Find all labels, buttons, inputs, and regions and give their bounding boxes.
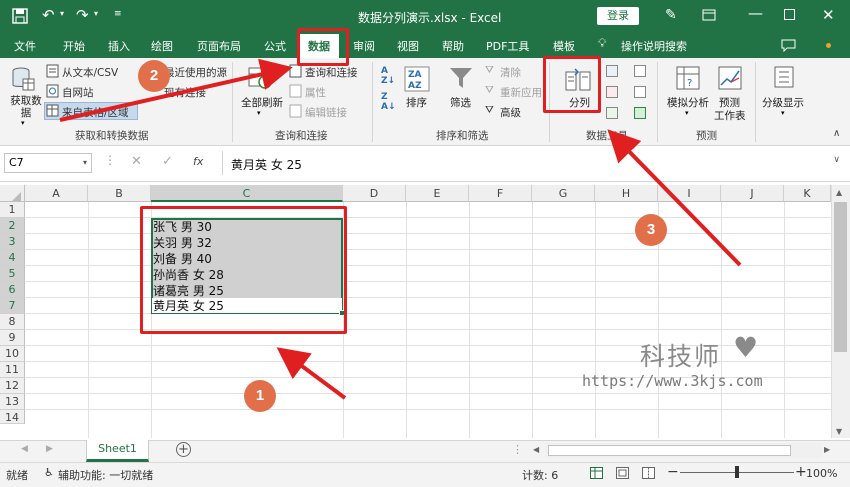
annotation-badge-1: 1: [244, 380, 276, 412]
annotation-badge-3: 3: [635, 214, 667, 246]
annotation-badge-2: 2: [138, 60, 170, 92]
annotation-arrows: [59, 58, 742, 400]
